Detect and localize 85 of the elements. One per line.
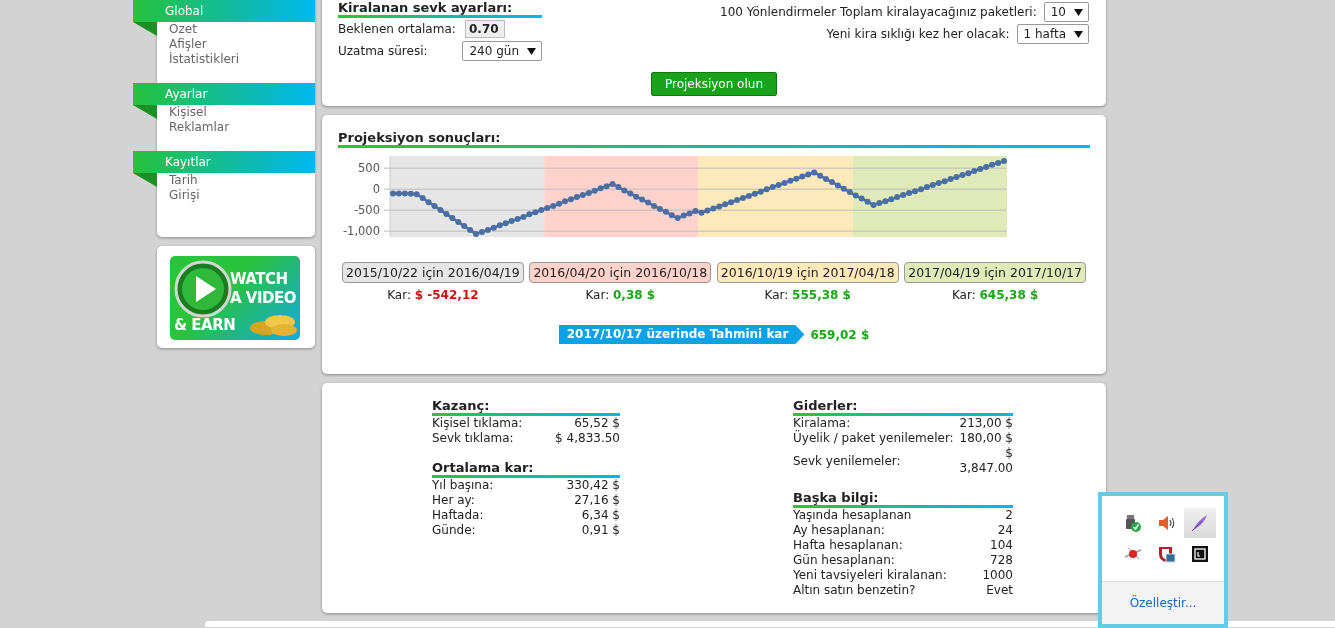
profit-text: Kar: 0,38 $ [585,287,656,303]
stat-label: Kiralama: [793,416,852,430]
field-label: Uzatma süresi: [338,44,429,58]
stat-label: Sevk yenilemeler: [793,452,902,470]
sidebar-link[interactable]: Özet [169,22,197,37]
ribbon-fold-icon [133,105,157,119]
profit-text: Kar: 555,38 $ [764,287,851,303]
section-title: Kiralanan sevk ayarları: [338,0,514,15]
sidebar-link[interactable]: İstatistikleri [169,52,240,67]
dropdown[interactable]: 1 hafta [1016,24,1089,44]
estimate-tag: 2017/10/17 üzerinde Tahmini kar [558,325,805,344]
stat-label: Sevk tıklama: [432,431,515,446]
field-label: Beklenen ortalama: [338,22,457,36]
feather-icon [1190,513,1210,533]
stat-value: 728 [989,553,1013,568]
section-header: Global [133,0,315,22]
period-button[interactable]: 2016/10/19 için 2017/04/18 [716,262,899,283]
sidebar-link[interactable]: Girişi [169,188,200,203]
section-title: Projeksiyon sonuçları: [338,130,502,145]
customize-link[interactable]: Özelleştir... [1129,596,1197,611]
caret-icon [527,47,536,55]
section-title: Kazanç: [432,398,491,413]
stat-label: Yıl başına: [432,478,495,493]
stat-label: Kişisel tıklama: [432,416,524,431]
stat-label: Ay hesaplanan: [793,523,886,538]
stat-value: 65,52 $ [573,416,620,431]
stat-value: Evet [985,583,1013,598]
stat-value: 330,42 $ [565,478,620,493]
shield-icon [1157,544,1177,564]
stat-value: 104 [989,538,1013,553]
stat-value: 24 [996,523,1013,538]
stat-label: Yaşında hesaplanan [793,508,913,523]
sidebar-link[interactable]: Reklamlar [169,120,230,135]
stat-label: Günde: [432,523,477,538]
field-label: Yeni kira sıklığı kez her olacak: [826,27,1010,41]
dropdown[interactable]: 10 [1043,2,1089,22]
section-header: Kayıtlar [133,151,315,173]
period-button[interactable]: 2017/04/19 için 2017/10/17 [904,262,1086,283]
caret-icon [1074,30,1083,38]
stat-label: Hafta hesaplanan: [793,538,904,553]
ribbon-fold-icon [133,173,157,187]
period-button[interactable]: 2016/04/20 için 2016/10/18 [529,262,712,283]
stat-label: Her ay: [432,493,476,508]
stat-value: 180,00 $ [958,431,1013,446]
axis-label: 500 [358,161,380,176]
sidebar-link[interactable]: Afişler [169,37,207,52]
stat-value: 27,16 $ [573,493,620,508]
dropdown[interactable]: 240 gün [462,41,542,61]
sidebar-link[interactable]: Tarih [169,173,198,188]
ribbon-fold-icon [133,22,157,36]
stat-value: 6,34 $ [580,508,620,523]
field-label: 100 Yönlendirmeler Toplam kiralayacağınız paketleri: [720,5,1037,19]
stat-value: 0,91 $ [580,523,620,538]
display-icon [1190,544,1210,564]
banner-text: A VIDEO [230,289,296,307]
estimate-value: 659,02 $ [810,327,870,342]
stat-label: Üyelik / paket yenilemeler: [793,431,954,446]
banner-text: WATCH [230,270,288,288]
stat-label: Yeni tavsiyeleri kiralanan: [793,568,948,583]
axis-label: -500 [353,203,380,218]
stat-value: $ 3,847.00 [958,446,1013,476]
profit-text: Kar: 645,38 $ [951,287,1039,303]
sidebar-link[interactable]: Kişisel [169,105,207,120]
profit-text: Kar: $ -542,12 [387,287,479,303]
caret-icon [1074,8,1083,16]
axis-label: 0 [372,182,380,197]
number-input[interactable]: 0.70 [465,20,505,38]
stat-label: Altın satın benzetin? [793,583,917,598]
stat-label: Gün hesaplanan: [793,553,896,568]
stat-label: Haftada: [432,508,485,523]
stat-value: 2 [1004,508,1013,523]
period-button[interactable]: 2015/10/22 için 2016/04/19 [342,262,524,283]
section-title: Ortalama kar: [432,460,535,475]
usb-check-icon [1124,513,1144,533]
axis-label: -1,000 [342,224,380,239]
stat-value: $ 4,833.50 [554,431,620,446]
section-title: Başka bilgi: [793,490,880,505]
section-header: Ayarlar [133,83,315,105]
play-icon [174,260,232,318]
section-title: Giderler: [793,398,859,413]
speaker-icon [1157,513,1177,533]
stat-value: 1000 [981,568,1013,583]
stat-value: 213,00 $ [958,416,1013,431]
projection-button[interactable]: Projeksiyon olun [650,72,777,96]
banner-text: & EARN [174,316,236,334]
